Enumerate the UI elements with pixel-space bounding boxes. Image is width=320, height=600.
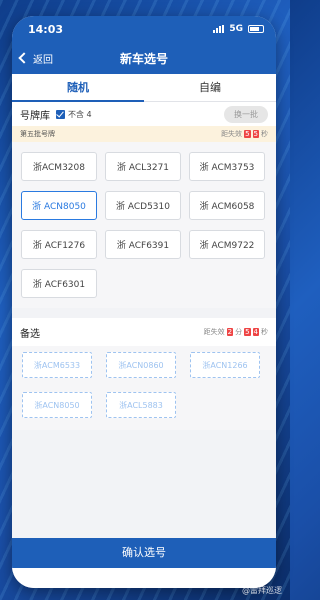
plate-option[interactable]: 浙ACM3208 bbox=[21, 152, 97, 181]
plate-grid: 浙ACM3208 浙 ACL3271 浙 ACM3753 浙 ACN8050 浙… bbox=[12, 142, 276, 308]
phone-screen: 14:03 5G 返回 新车选号 随机 自编 号牌库 不含 4 换一批 第五批号… bbox=[12, 16, 276, 588]
plate-option[interactable]: 浙 ACM9722 bbox=[189, 230, 265, 259]
status-bar: 14:03 5G bbox=[12, 16, 276, 42]
swap-batch-button[interactable]: 换一批 bbox=[224, 105, 268, 123]
plate-option[interactable]: 浙 ACF6301 bbox=[21, 269, 97, 298]
countdown-prefix: 距失效 bbox=[221, 130, 243, 138]
plate-option-selected[interactable]: 浙 ACN8050 bbox=[21, 191, 97, 220]
alternates-countdown: 距失效 2 分 5 4 秒 bbox=[204, 327, 268, 337]
alternates-grid: 浙ACM6533 浙ACN0860 浙ACN1266 浙ACN8050 浙ACL… bbox=[12, 346, 276, 430]
tab-bar: 随机 自编 bbox=[12, 74, 276, 102]
plate-option[interactable]: 浙 ACD5310 bbox=[105, 191, 181, 220]
alternates-title: 备选 bbox=[20, 328, 40, 340]
alternate-plate[interactable]: 浙ACN8050 bbox=[22, 392, 92, 418]
home-indicator-area bbox=[12, 568, 276, 588]
countdown-prefix: 距失效 bbox=[203, 328, 225, 336]
countdown-digit: 5 bbox=[244, 130, 251, 138]
tab-random[interactable]: 随机 bbox=[12, 74, 144, 102]
plate-library-section: 号牌库 不含 4 换一批 第五批号牌 距失效 5 5 秒 浙ACM3208 浙 … bbox=[12, 102, 276, 308]
checkbox-label: 不含 4 bbox=[68, 109, 92, 119]
confirm-button[interactable]: 确认选号 bbox=[12, 538, 276, 568]
batch-bar: 第五批号牌 距失效 5 5 秒 bbox=[12, 126, 276, 142]
back-button[interactable]: 返回 bbox=[18, 51, 53, 66]
plate-option[interactable]: 浙 ACF6391 bbox=[105, 230, 181, 259]
batch-countdown: 距失效 5 5 秒 bbox=[221, 129, 268, 139]
alternate-plate[interactable]: 浙ACN0860 bbox=[106, 352, 176, 378]
checkbox-checked-icon bbox=[56, 109, 65, 119]
chevron-left-icon bbox=[18, 52, 30, 64]
library-label: 号牌库 bbox=[20, 110, 50, 122]
countdown-min-unit: 分 bbox=[235, 328, 243, 336]
batch-title: 第五批号牌 bbox=[20, 130, 55, 138]
exclude-4-checkbox[interactable]: 不含 4 bbox=[56, 109, 92, 120]
header: 14:03 5G 返回 新车选号 bbox=[12, 16, 276, 74]
countdown-unit: 秒 bbox=[261, 328, 268, 336]
signal-icon bbox=[213, 25, 225, 33]
plate-option[interactable]: 浙 ACM6058 bbox=[189, 191, 265, 220]
library-row: 号牌库 不含 4 换一批 bbox=[12, 102, 276, 126]
battery-icon bbox=[248, 25, 264, 33]
watermark: @雷拜巡逻 bbox=[242, 586, 282, 595]
nav-bar: 返回 新车选号 bbox=[12, 42, 276, 74]
countdown-digit: 5 bbox=[244, 328, 251, 336]
plate-option[interactable]: 浙 ACM3753 bbox=[189, 152, 265, 181]
alternate-plate[interactable]: 浙ACM6533 bbox=[22, 352, 92, 378]
plate-option[interactable]: 浙 ACL3271 bbox=[105, 152, 181, 181]
countdown-digit: 4 bbox=[252, 328, 259, 336]
alternates-header: 备选 距失效 2 分 5 4 秒 bbox=[12, 318, 276, 346]
tab-custom[interactable]: 自编 bbox=[144, 74, 276, 101]
network-label: 5G bbox=[229, 24, 243, 34]
alternate-plate[interactable]: 浙ACL5883 bbox=[106, 392, 176, 418]
alternates-section: 备选 距失效 2 分 5 4 秒 浙ACM6533 浙ACN0860 浙ACN1… bbox=[12, 318, 276, 430]
countdown-unit: 秒 bbox=[261, 130, 268, 138]
countdown-digit: 2 bbox=[226, 328, 234, 336]
status-time: 14:03 bbox=[28, 22, 64, 36]
countdown-digit: 5 bbox=[252, 130, 259, 138]
plate-option[interactable]: 浙 ACF1276 bbox=[21, 230, 97, 259]
status-icons: 5G bbox=[213, 24, 264, 34]
back-label: 返回 bbox=[33, 54, 53, 66]
alternate-plate[interactable]: 浙ACN1266 bbox=[190, 352, 260, 378]
